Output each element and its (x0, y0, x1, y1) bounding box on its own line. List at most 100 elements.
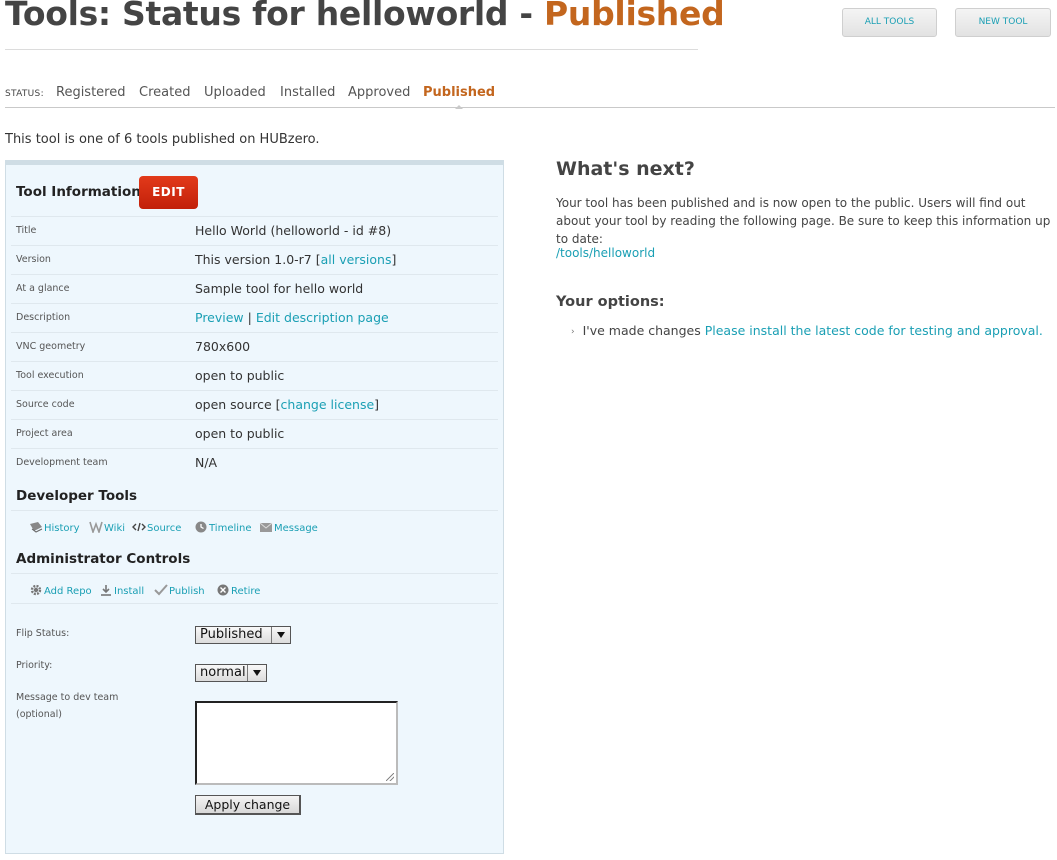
info-row-value: open to public (195, 426, 285, 441)
priority-select[interactable]: normal (195, 664, 267, 682)
flip-status-select[interactable]: Published (195, 626, 291, 644)
publish-label: Publish (169, 586, 205, 597)
info-row-value: Preview | Edit description page (195, 310, 389, 325)
history-link[interactable]: History (29, 521, 80, 534)
info-row-value: This version 1.0-r7 [all versions] (195, 252, 396, 267)
message-textarea[interactable] (195, 701, 398, 785)
info-row-label: Source code (16, 399, 75, 410)
status-step-registered: Registered (56, 85, 126, 100)
info-row-label: Version (16, 254, 51, 265)
tool-info-panel: Tool Information EDIT Title Hello World … (5, 160, 504, 854)
info-row-label: Project area (16, 428, 73, 439)
download-icon (101, 585, 111, 596)
info-row-at-a-glance: At a glance Sample tool for hello world (11, 274, 498, 304)
whats-next-text: Your tool has been published and is now … (556, 196, 1051, 246)
message-link[interactable]: Message (259, 521, 318, 534)
info-row-value: N/A (195, 455, 218, 470)
developer-tools-links: History Wiki Source Timeline Message (11, 510, 498, 541)
timeline-label: Timeline (209, 523, 252, 534)
envelope-icon (259, 522, 273, 532)
info-row-value: open to public (195, 368, 285, 383)
clock-icon (195, 521, 207, 533)
info-row-label: VNC geometry (16, 341, 86, 352)
status-steps: STATUS: Registered Created Uploaded Inst… (5, 84, 1055, 109)
add-repo-link[interactable]: Add Repo (29, 584, 92, 597)
publish-link[interactable]: Publish (154, 584, 205, 597)
retire-label: Retire (231, 586, 261, 597)
version-bracket: ] (391, 252, 397, 267)
install-link[interactable]: Install (99, 584, 144, 597)
preview-link[interactable]: Preview (195, 310, 244, 325)
admin-controls-links: Add Repo Install Publish Retire (11, 573, 498, 604)
source-bracket: ] (374, 397, 380, 412)
status-label: STATUS: (5, 89, 44, 99)
checkmark-icon (154, 584, 168, 596)
info-row-value: Hello World (helloworld - id #8) (195, 223, 392, 238)
message-label: Message to dev team (optional) (16, 692, 119, 720)
status-step-published: Published (423, 85, 496, 109)
all-versions-link[interactable]: all versions (321, 252, 392, 267)
flip-status-label: Flip Status: (16, 628, 70, 639)
version-text: This version 1.0-r7 [ (195, 252, 321, 267)
page-title-status: Published (544, 0, 725, 33)
intro-text: This tool is one of 6 tools published on… (5, 132, 320, 147)
info-row-label: Development team (16, 457, 108, 468)
info-row-vnc-geometry: VNC geometry 780x600 (11, 332, 498, 362)
change-license-link[interactable]: change license (281, 397, 375, 412)
option-text: I've made changes (582, 323, 705, 338)
new-tool-button[interactable]: NEW TOOL (955, 8, 1051, 37)
info-row-version: Version This version 1.0-r7 [all version… (11, 245, 498, 275)
status-step-created: Created (139, 85, 191, 100)
info-row-title: Title Hello World (helloworld - id #8) (11, 216, 498, 246)
page-title-prefix: Tools: Status for helloworld - (5, 0, 545, 33)
info-row-label: Tool execution (16, 370, 84, 381)
wiki-link[interactable]: Wiki (89, 521, 125, 534)
install-latest-code-link[interactable]: Please install the latest code for testi… (705, 323, 1043, 338)
admin-controls-heading: Administrator Controls (16, 551, 191, 567)
source-code-icon (132, 522, 146, 532)
timeline-link[interactable]: Timeline (194, 521, 252, 534)
status-step-installed: Installed (280, 85, 336, 100)
x-circle-icon (217, 584, 229, 596)
whats-next-heading: What's next? (556, 158, 695, 180)
tool-info-heading: Tool Information (16, 184, 141, 200)
info-row-label: At a glance (16, 283, 70, 294)
wiki-icon (89, 521, 103, 533)
all-tools-button[interactable]: ALL TOOLS (842, 8, 937, 37)
chevron-down-icon (247, 665, 266, 681)
chevron-down-icon (271, 627, 290, 643)
install-label: Install (114, 586, 145, 597)
info-row-value: Sample tool for hello world (195, 281, 364, 296)
message-label: Message (274, 523, 318, 534)
wiki-label: Wiki (104, 523, 126, 534)
options-heading: Your options: (556, 294, 665, 310)
edit-button[interactable]: EDIT (139, 176, 198, 209)
apply-change-button[interactable]: Apply change (195, 795, 301, 815)
history-icon (30, 522, 43, 533)
source-text: open source [ (195, 397, 281, 412)
priority-label: Priority: (16, 660, 53, 671)
gear-icon (30, 584, 42, 596)
history-label: History (44, 523, 80, 534)
info-row-source-code: Source code open source [change license] (11, 390, 498, 420)
flip-status-value: Published (200, 627, 263, 642)
status-step-approved: Approved (348, 85, 411, 100)
priority-value: normal (200, 665, 246, 680)
edit-description-link[interactable]: Edit description page (256, 310, 389, 325)
info-row-project-area: Project area open to public (11, 419, 498, 449)
retire-link[interactable]: Retire (216, 584, 260, 597)
status-step-uploaded: Uploaded (204, 85, 266, 100)
info-row-label: Title (16, 225, 37, 236)
info-row-tool-execution: Tool execution open to public (11, 361, 498, 391)
add-repo-label: Add Repo (44, 586, 92, 597)
tool-page-link[interactable]: /tools/helloworld (556, 246, 655, 260)
option-item: › I've made changes Please install the la… (571, 323, 1043, 338)
section-divider (11, 603, 498, 605)
source-link[interactable]: Source (132, 521, 181, 534)
developer-tools-heading: Developer Tools (16, 488, 138, 504)
info-row-development-team: Development team N/A (11, 448, 498, 478)
info-row-label: Description (16, 312, 71, 323)
page-title: Tools: Status for helloworld - Published (5, 0, 725, 33)
page-header: Tools: Status for helloworld - Published (5, 0, 725, 50)
chevron-right-icon: › (571, 327, 575, 337)
